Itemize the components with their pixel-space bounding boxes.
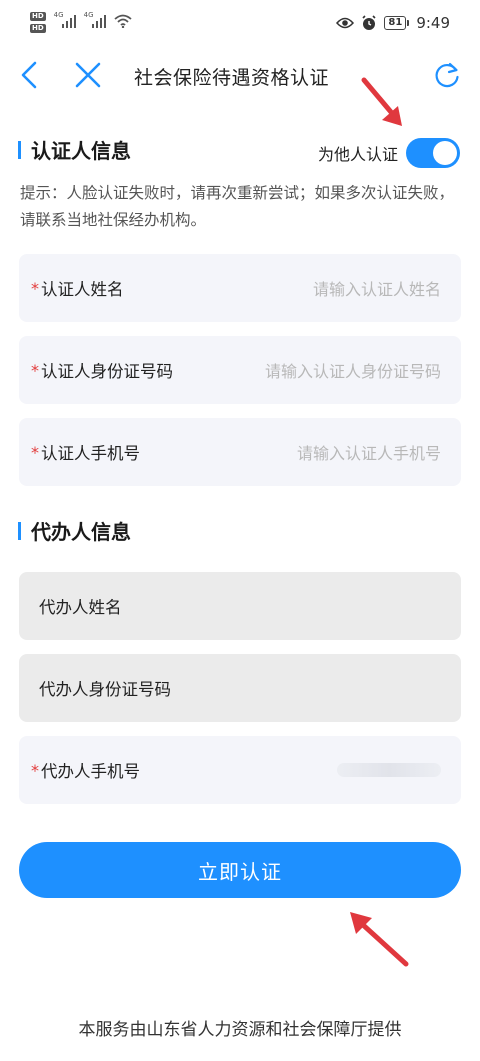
footer-provider-text: 本服务由山东省人力资源和社会保障厅提供 (78, 1020, 402, 1040)
sim1-hd-badge: HD (30, 12, 46, 21)
refresh-icon (435, 62, 459, 88)
proxy-certify-toggle[interactable] (406, 138, 460, 168)
wifi-icon (114, 14, 132, 28)
annotation-arrow-toggle-icon (361, 77, 402, 126)
status-right: 81 9:49 (336, 14, 450, 32)
clock: 9:49 (416, 14, 450, 32)
battery-icon: 81 (384, 16, 410, 30)
agent-phone-input[interactable] (337, 763, 441, 777)
required-mark: * (31, 278, 39, 298)
certifier-name-field[interactable]: * 认证人姓名 请输入认证人姓名 (19, 254, 461, 322)
certifier-phone-input[interactable]: 请输入认证人手机号 (297, 440, 441, 464)
agent-id-label: 代办人身份证号码 (39, 680, 171, 699)
nav-bar: 社会保险待遇资格认证 (0, 46, 480, 106)
certifier-section-header: 认证人信息 (18, 135, 131, 164)
eye-icon (336, 17, 355, 29)
sim2-hd-badge: HD (30, 24, 46, 33)
agent-phone-label: 代办人手机号 (41, 762, 140, 781)
certifier-id-input[interactable]: 请输入认证人身份证号码 (265, 358, 441, 382)
close-icon (75, 62, 101, 88)
page-title: 社会保险待遇资格认证 (134, 67, 330, 89)
status-bar: HD HD 4G 4G 81 9:49 (0, 0, 480, 46)
agent-section-header: 代办人信息 (18, 516, 131, 545)
refresh-button[interactable] (430, 58, 464, 92)
agent-phone-field[interactable]: * 代办人手机号 (19, 736, 461, 804)
back-button[interactable] (12, 58, 46, 92)
required-mark: * (31, 442, 39, 462)
status-left: HD HD 4G 4G (30, 11, 132, 33)
proxy-certify-toggle-row: 为他人认证 (318, 138, 460, 168)
hint-text: 提示：人脸认证失败时，请再次重新尝试；如果多次认证失败，请联系当地社保经办机构。 (20, 184, 455, 229)
certifier-section-title: 认证人信息 (31, 139, 131, 163)
certifier-phone-label: 认证人手机号 (41, 444, 140, 463)
certify-now-button[interactable]: 立即认证 (19, 842, 461, 898)
signal-icon-2: 4G (84, 11, 106, 28)
close-button[interactable] (71, 58, 105, 92)
section-accent-bar (18, 140, 21, 159)
agent-id-field: 代办人身份证号码 (19, 654, 461, 722)
annotation-arrow-submit-icon (350, 912, 409, 967)
certifier-phone-field[interactable]: * 认证人手机号 请输入认证人手机号 (19, 418, 461, 486)
certifier-name-input[interactable]: 请输入认证人姓名 (313, 276, 441, 300)
sim-hd-badges: HD HD (30, 12, 46, 33)
required-mark: * (31, 760, 39, 780)
agent-name-label: 代办人姓名 (39, 598, 122, 617)
toggle-knob (433, 141, 457, 165)
agent-name-field: 代办人姓名 (19, 572, 461, 640)
certifier-id-label: 认证人身份证号码 (41, 362, 173, 381)
alarm-icon (362, 15, 376, 30)
certifier-id-field[interactable]: * 认证人身份证号码 请输入认证人身份证号码 (19, 336, 461, 404)
section-accent-bar (18, 521, 21, 540)
proxy-certify-label: 为他人认证 (317, 145, 398, 164)
certifier-name-label: 认证人姓名 (41, 280, 124, 299)
required-mark: * (31, 360, 39, 380)
back-icon (21, 61, 37, 89)
agent-section-title: 代办人信息 (31, 520, 131, 544)
signal-icon-1: 4G (54, 11, 76, 28)
battery-level: 81 (384, 16, 407, 30)
